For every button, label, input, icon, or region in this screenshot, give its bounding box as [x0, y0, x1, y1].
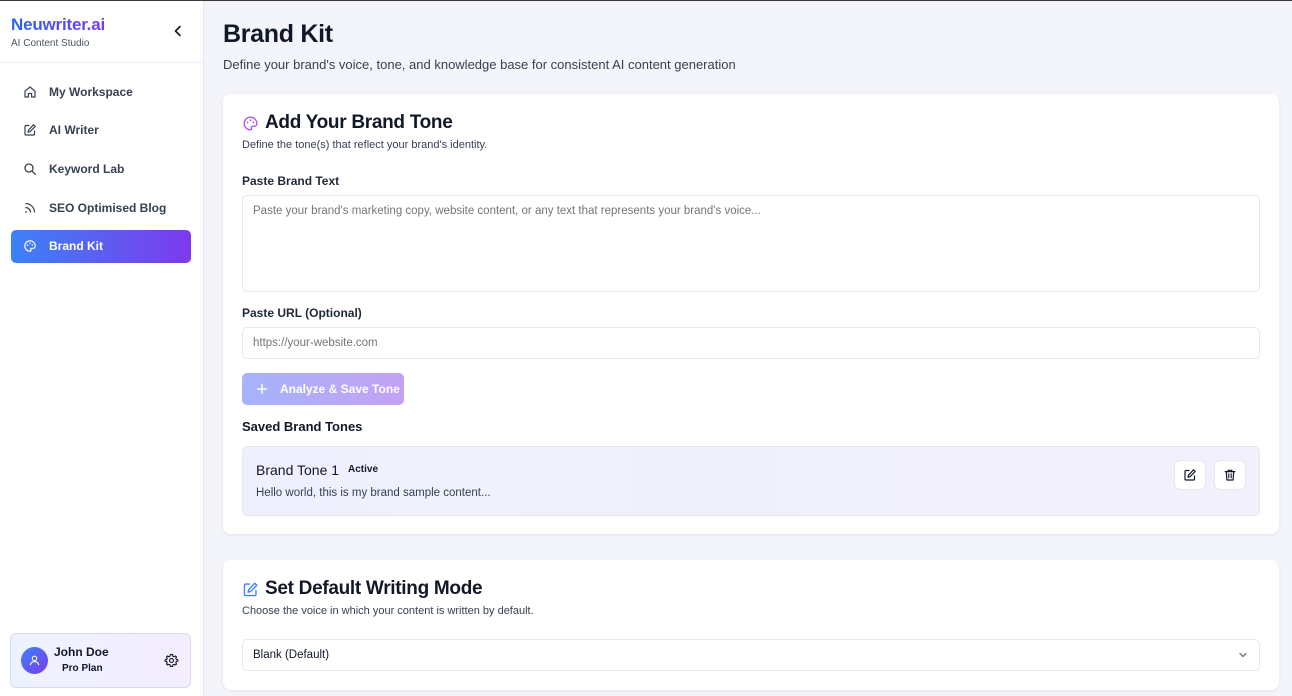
- sidebar-item-my-workspace[interactable]: My Workspace: [11, 75, 191, 108]
- writing-mode-card: Set Default Writing Mode Choose the voic…: [223, 560, 1279, 690]
- user-icon: [29, 655, 40, 666]
- main-content: Brand Kit Define your brand's voice, ton…: [204, 1, 1292, 696]
- saved-tone-item[interactable]: Brand Tone 1 Active Hello world, this is…: [242, 446, 1260, 516]
- search-icon: [23, 162, 37, 176]
- user-name: John Doe: [54, 645, 109, 659]
- edit-tone-button[interactable]: [1174, 460, 1206, 490]
- brand-url-label: Paste URL (Optional): [242, 306, 362, 320]
- chevron-down-icon: [1239, 652, 1247, 658]
- gear-icon: [164, 653, 179, 667]
- saved-brand-tones-heading: Saved Brand Tones: [242, 419, 363, 434]
- tone-name: Brand Tone 1: [256, 462, 340, 478]
- user-card[interactable]: John Doe Pro Plan: [10, 633, 191, 688]
- sidebar-item-brand-kit[interactable]: Brand Kit: [11, 229, 191, 263]
- rss-icon: [23, 201, 37, 215]
- collapse-sidebar-button[interactable]: [170, 23, 186, 39]
- brand-text-input[interactable]: [242, 195, 1260, 292]
- sidebar-item-label: Keyword Lab: [49, 161, 125, 176]
- sidebar: Neuwriter.ai AI Content Studio My Worksp…: [0, 1, 204, 696]
- writing-mode-description: Choose the voice in which your content i…: [242, 605, 534, 617]
- brand-tone-header: Add Your Brand Tone: [242, 112, 453, 134]
- writing-mode-selected-value: Blank (Default): [253, 649, 330, 661]
- palette-icon: [242, 115, 259, 132]
- palette-icon: [23, 239, 37, 253]
- writing-mode-header: Set Default Writing Mode: [242, 578, 483, 600]
- brand-tone-title: Add Your Brand Tone: [265, 112, 453, 133]
- analyze-save-tone-button[interactable]: Analyze & Save Tone: [242, 373, 404, 405]
- tone-sample-text: Hello world, this is my brand sample con…: [256, 487, 491, 499]
- sidebar-item-seo-optimised-blog[interactable]: SEO Optimised Blog: [11, 191, 191, 224]
- page-subtitle: Define your brand's voice, tone, and kno…: [223, 57, 736, 72]
- brand-tone-card: Add Your Brand Tone Define the tone(s) t…: [223, 94, 1279, 534]
- brand-url-input[interactable]: [242, 327, 1260, 359]
- edit-icon: [23, 123, 37, 137]
- brand-logo-text[interactable]: Neuwriter.ai: [11, 15, 105, 35]
- analyze-save-tone-label: Analyze & Save Tone: [280, 382, 400, 396]
- delete-tone-button[interactable]: [1214, 460, 1246, 490]
- home-icon: [23, 85, 37, 99]
- sidebar-item-keyword-lab[interactable]: Keyword Lab: [11, 152, 191, 185]
- chevron-left-icon: [174, 25, 181, 37]
- sidebar-item-ai-writer[interactable]: AI Writer: [11, 114, 191, 147]
- brand: Neuwriter.ai AI Content Studio: [11, 15, 105, 49]
- page-title: Brand Kit: [223, 20, 333, 48]
- trash-icon: [1224, 469, 1236, 481]
- sidebar-nav: My Workspace AI Writer Keyword Lab SEO O…: [11, 75, 191, 268]
- edit-icon: [1184, 469, 1196, 481]
- sidebar-item-label: My Workspace: [49, 84, 133, 99]
- sidebar-item-label: AI Writer: [49, 123, 99, 138]
- sidebar-divider: [0, 62, 203, 63]
- avatar[interactable]: [21, 647, 48, 674]
- brand-tone-description: Define the tone(s) that reflect your bra…: [242, 139, 488, 151]
- brand-subtitle: AI Content Studio: [11, 38, 90, 49]
- settings-button[interactable]: [164, 653, 179, 668]
- sidebar-item-label: SEO Optimised Blog: [49, 200, 167, 215]
- brand-text-label: Paste Brand Text: [242, 174, 340, 188]
- writing-mode-select[interactable]: Blank (Default): [242, 639, 1260, 671]
- user-plan: Pro Plan: [62, 663, 103, 674]
- sidebar-item-label: Brand Kit: [49, 239, 103, 254]
- writing-mode-title: Set Default Writing Mode: [265, 578, 483, 599]
- edit-icon: [242, 581, 259, 598]
- status-badge: Active: [348, 464, 379, 475]
- plus-icon: [256, 383, 268, 395]
